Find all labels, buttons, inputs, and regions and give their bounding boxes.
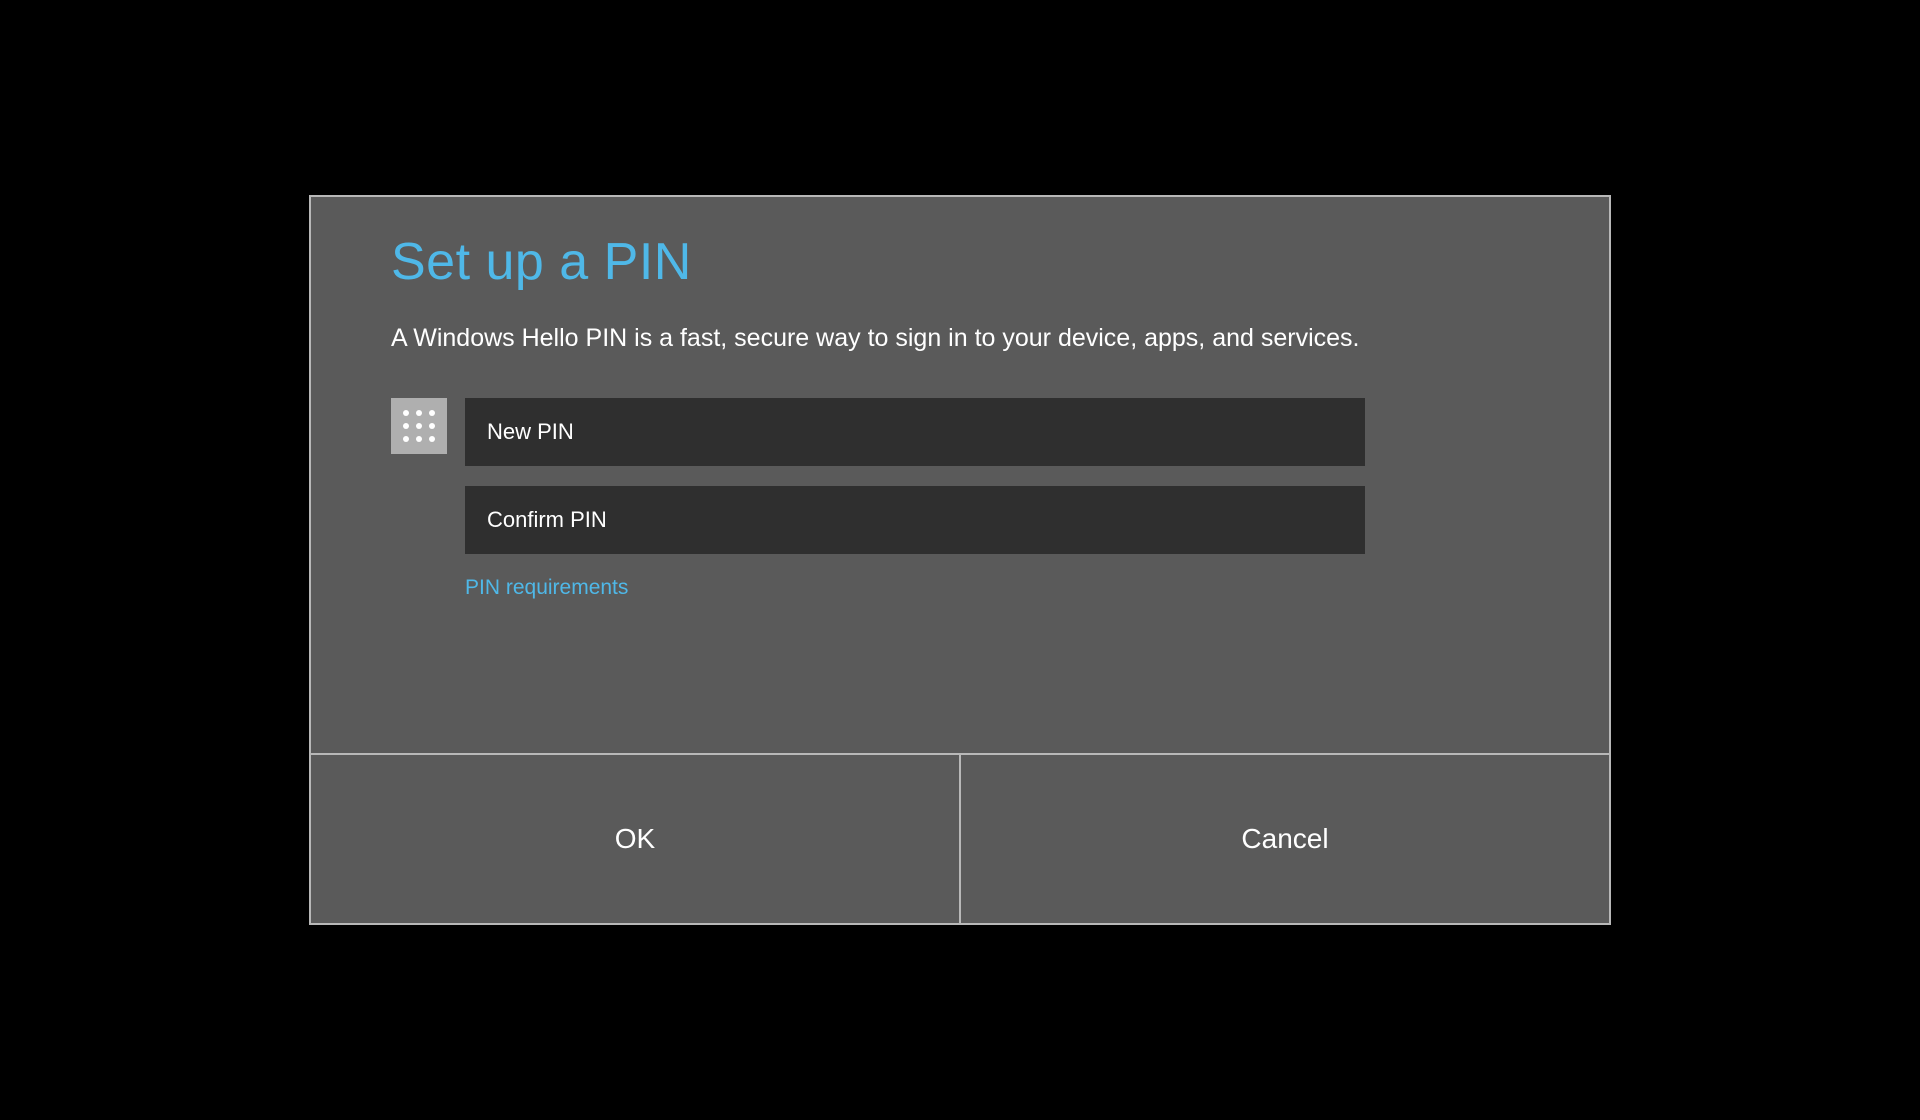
dialog-content: Set up a PIN A Windows Hello PIN is a fa… [311, 197, 1609, 753]
new-pin-input[interactable] [465, 398, 1365, 466]
button-row: OK Cancel [311, 753, 1609, 923]
confirm-pin-input[interactable] [465, 486, 1365, 554]
ok-button[interactable]: OK [311, 755, 961, 923]
cancel-button[interactable]: Cancel [961, 755, 1609, 923]
pin-setup-dialog: Set up a PIN A Windows Hello PIN is a fa… [309, 195, 1611, 925]
dialog-title: Set up a PIN [391, 232, 1529, 292]
inputs-column: PIN requirements [465, 398, 1365, 600]
pin-requirements-link[interactable]: PIN requirements [465, 576, 628, 600]
keypad-icon [391, 398, 447, 454]
dialog-description: A Windows Hello PIN is a fast, secure wa… [391, 324, 1529, 353]
pin-form: PIN requirements [391, 398, 1529, 600]
